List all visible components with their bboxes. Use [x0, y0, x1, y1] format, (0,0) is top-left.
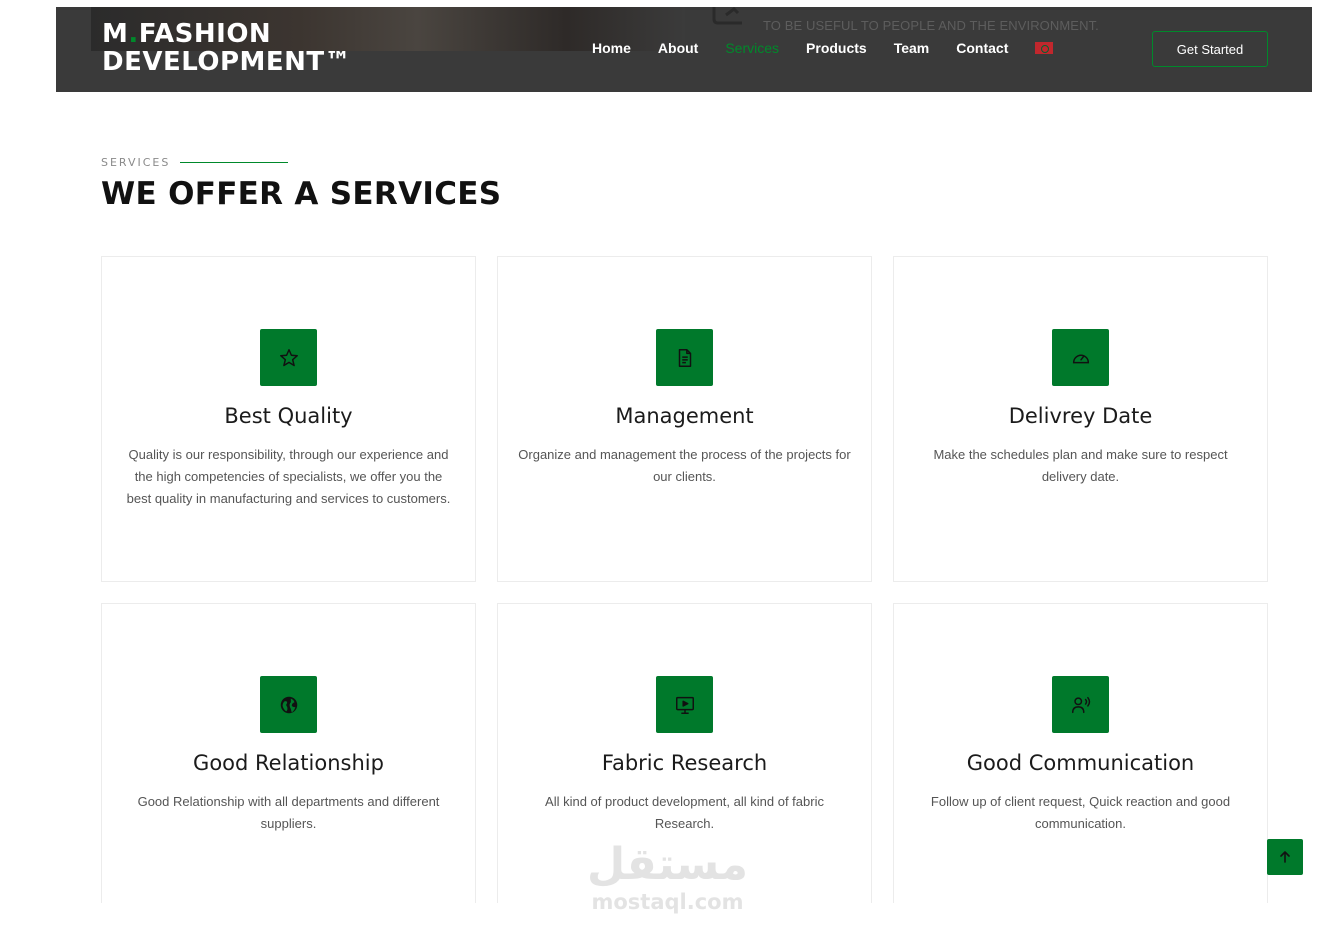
document-icon: [678, 348, 691, 367]
globe-icon: [280, 696, 297, 713]
service-description: Organize and management the process of t…: [518, 447, 851, 484]
service-icon-box: [260, 329, 317, 386]
service-title: Fabric Research: [601, 751, 768, 775]
section-label-line: [180, 162, 289, 163]
morocco-flag-icon[interactable]: [1035, 42, 1054, 54]
main-nav: Home About Services Products Team Contac…: [592, 40, 1054, 56]
service-description: Make the schedules plan and make sure to…: [933, 447, 1228, 484]
service-title: Best Quality: [224, 404, 353, 428]
service-card: Fabric Research All kind of product deve…: [497, 603, 872, 903]
service-icon-box: [656, 329, 713, 386]
hero-tagline: TO BE USEFUL TO PEOPLE AND THE ENVIRONME…: [763, 18, 1099, 33]
presentation-play-icon: [675, 696, 694, 714]
service-title: Management: [615, 404, 754, 428]
service-title: Good Communication: [966, 751, 1195, 775]
person-voice-icon: [1071, 696, 1090, 713]
section-label: SERVICES: [101, 156, 289, 169]
service-card: Management Organize and management the p…: [497, 256, 872, 582]
service-card: Good Relationship Good Relationship with…: [101, 603, 476, 903]
service-description: Follow up of client request, Quick react…: [930, 794, 1231, 831]
service-icon-box: [656, 676, 713, 733]
site-logo[interactable]: M.FASHION DEVELOPMENT™: [102, 20, 351, 76]
nav-about[interactable]: About: [658, 40, 698, 56]
nav-team[interactable]: Team: [894, 40, 930, 56]
service-card: Best Quality Quality is our responsibili…: [101, 256, 476, 582]
nav-contact[interactable]: Contact: [956, 40, 1008, 56]
nav-products[interactable]: Products: [806, 40, 867, 56]
nav-services[interactable]: Services: [725, 40, 779, 56]
speedometer-icon: [1072, 354, 1089, 363]
arrow-up-icon: [1280, 851, 1290, 863]
site-header: TO BE USEFUL TO PEOPLE AND THE ENVIRONME…: [56, 7, 1312, 92]
service-title: Good Relationship: [193, 751, 384, 775]
service-description: Good Relationship with all departments a…: [137, 794, 440, 831]
service-description: Quality is our responsibility, through o…: [126, 447, 451, 506]
service-icon-box: [1052, 676, 1109, 733]
star-icon: [279, 348, 298, 366]
edit-icon: [712, 7, 742, 25]
service-title: Delivrey Date: [1008, 404, 1153, 428]
section-title: WE OFFER A SERVICES: [101, 176, 502, 212]
service-description: All kind of product development, all kin…: [545, 794, 824, 831]
get-started-button[interactable]: Get Started: [1152, 31, 1268, 67]
service-icon-box: [260, 676, 317, 733]
nav-home[interactable]: Home: [592, 40, 631, 56]
back-to-top-button[interactable]: [1267, 839, 1303, 875]
service-icon-box: [1052, 329, 1109, 386]
service-card: Good Communication Follow up of client r…: [893, 603, 1268, 903]
service-card: Delivrey Date Make the schedules plan an…: [893, 256, 1268, 582]
